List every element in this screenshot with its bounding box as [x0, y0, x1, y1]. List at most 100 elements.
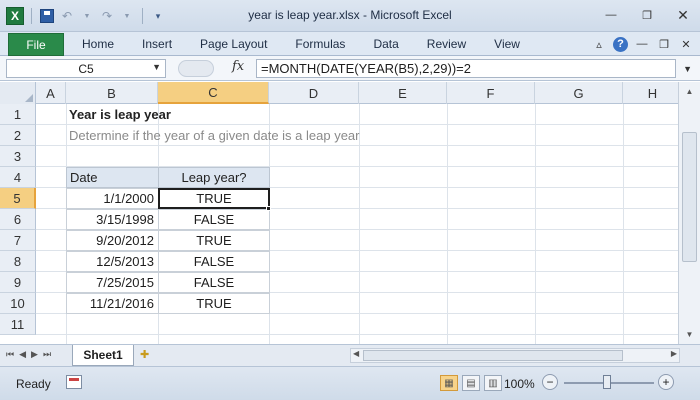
minimize-button[interactable]: — [600, 6, 622, 24]
page-break-view-button[interactable]: ▥ [484, 375, 502, 391]
column-header-e[interactable]: E [359, 82, 447, 104]
column-header-h[interactable]: H [623, 82, 678, 104]
tab-review[interactable]: Review [413, 37, 480, 51]
row-header-2[interactable]: 2 [0, 125, 36, 146]
row-header-1[interactable]: 1 [0, 104, 36, 125]
zoom-slider-thumb[interactable] [603, 375, 611, 389]
sheet-title[interactable]: Year is leap year [68, 104, 368, 125]
table-cell-leap-year[interactable]: FALSE [158, 251, 270, 272]
formula-input[interactable]: =MONTH(DATE(YEAR(B5),2,29))=2 [256, 59, 676, 78]
restore-button[interactable]: ❐ [636, 6, 658, 24]
row-header-9[interactable]: 9 [0, 272, 36, 293]
horizontal-scroll-thumb[interactable] [363, 350, 623, 361]
zoom-level[interactable]: 100% [504, 377, 535, 391]
formula-bar-grip[interactable] [178, 60, 214, 77]
sheet-tab-sheet1[interactable]: Sheet1 [72, 345, 134, 366]
tab-file[interactable]: File [8, 33, 64, 56]
table-header-date[interactable]: Date [66, 167, 159, 188]
next-sheet-icon[interactable]: ▶ [31, 349, 38, 360]
first-sheet-icon[interactable]: ⏮ [6, 349, 14, 360]
column-header-f[interactable]: F [447, 82, 535, 104]
scroll-down-icon[interactable]: ▼ [682, 327, 697, 342]
table-cell-leap-year[interactable]: TRUE [158, 230, 270, 251]
table-cell-date[interactable]: 11/21/2016 [66, 293, 159, 314]
title-bar: X ↶ ▼ ↷ ▼ ▾ year is leap year.xlsx - Mic… [0, 0, 700, 32]
restore-icon: ❐ [659, 38, 669, 51]
last-sheet-icon[interactable]: ⏭ [43, 349, 51, 360]
scroll-right-icon[interactable]: ▶ [671, 349, 677, 358]
expand-formula-bar-icon[interactable]: ▼ [683, 64, 692, 74]
name-box[interactable]: C5 ▼ [6, 59, 166, 78]
column-header-c[interactable]: C [158, 82, 269, 104]
vertical-scroll-thumb[interactable] [682, 132, 697, 262]
row-header-11[interactable]: 11 [0, 314, 36, 335]
row-header-5[interactable]: 5 [0, 188, 36, 209]
table-cell-date[interactable]: 9/20/2012 [66, 230, 159, 251]
sheet-tab-bar: ⏮ ◀ ▶ ⏭ Sheet1 ✚ ◀ ▶ [0, 344, 700, 366]
table-cell-leap-year[interactable]: FALSE [158, 272, 270, 293]
table-header-leap-year[interactable]: Leap year? [158, 167, 270, 188]
minimize-icon: — [605, 9, 617, 21]
column-headers: A B C D E F G H [0, 82, 678, 104]
scroll-left-icon[interactable]: ◀ [353, 349, 359, 358]
table-cell-leap-year-selected[interactable]: TRUE [158, 188, 270, 209]
row-header-8[interactable]: 8 [0, 251, 36, 272]
tab-view[interactable]: View [480, 37, 534, 51]
chevron-down-icon[interactable]: ▼ [152, 62, 161, 72]
doc-restore-button[interactable]: ❐ [656, 36, 672, 52]
column-header-d[interactable]: D [269, 82, 359, 104]
tab-insert[interactable]: Insert [128, 37, 186, 51]
table-cell-date[interactable]: 3/15/1998 [66, 209, 159, 230]
formula-bar: C5 ▼ fx =MONTH(DATE(YEAR(B5),2,29))=2 ▼ [0, 56, 700, 81]
prev-sheet-icon[interactable]: ◀ [19, 349, 26, 360]
insert-function-button[interactable]: fx [232, 59, 244, 74]
close-button[interactable]: ✕ [672, 6, 694, 24]
page-layout-view-button[interactable]: ▤ [462, 375, 480, 391]
row-header-6[interactable]: 6 [0, 209, 36, 230]
column-header-a[interactable]: A [36, 82, 66, 104]
table-cell-leap-year[interactable]: FALSE [158, 209, 270, 230]
scroll-up-icon[interactable]: ▲ [682, 84, 697, 99]
fill-handle[interactable] [266, 206, 271, 211]
zoom-out-button[interactable]: − [542, 374, 558, 390]
sheet-subtitle[interactable]: Determine if the year of a given date is… [68, 125, 468, 146]
window-controls: — ❐ ✕ [600, 6, 694, 24]
vertical-scrollbar[interactable]: ▲ ▼ [678, 82, 700, 344]
row-header-7[interactable]: 7 [0, 230, 36, 251]
row-header-10[interactable]: 10 [0, 293, 36, 314]
table-cell-date[interactable]: 1/1/2000 [66, 188, 159, 209]
gridline [36, 334, 678, 335]
tab-home[interactable]: Home [68, 37, 128, 51]
row-header-4[interactable]: 4 [0, 167, 36, 188]
tab-data[interactable]: Data [359, 37, 412, 51]
ribbon-tab-list: Home Insert Page Layout Formulas Data Re… [68, 37, 534, 51]
table-cell-leap-year[interactable]: TRUE [158, 293, 270, 314]
tab-page-layout[interactable]: Page Layout [186, 37, 281, 51]
doc-minimize-button[interactable]: — [634, 36, 650, 52]
row-header-3[interactable]: 3 [0, 146, 36, 167]
gridline [535, 104, 536, 344]
doc-close-button[interactable]: ✕ [678, 36, 694, 52]
grid-icon: ▦ [444, 377, 454, 389]
help-icon[interactable]: ? [613, 36, 628, 52]
tab-formulas[interactable]: Formulas [281, 37, 359, 51]
select-all-button[interactable] [0, 82, 36, 104]
gridline [623, 104, 624, 344]
worksheet-grid[interactable]: A B C D E F G H 1 2 3 4 5 6 7 8 9 10 11 … [0, 82, 678, 344]
insert-sheet-icon[interactable]: ✚ [140, 348, 156, 362]
column-header-g[interactable]: G [535, 82, 623, 104]
horizontal-scrollbar[interactable]: ◀ ▶ [350, 348, 680, 363]
close-icon: ✕ [681, 38, 691, 51]
table-cell-date[interactable]: 12/5/2013 [66, 251, 159, 272]
column-header-b[interactable]: B [66, 82, 158, 104]
page-icon: ▤ [466, 377, 476, 389]
normal-view-button[interactable]: ▦ [440, 375, 458, 391]
zoom-in-button[interactable]: + [658, 374, 674, 390]
macro-record-icon[interactable] [66, 375, 82, 389]
status-bar: Ready ▦ ▤ ▥ 100% − + [0, 366, 700, 400]
expand-ribbon-button[interactable]: ▵ [591, 36, 607, 52]
restore-icon: ❐ [642, 9, 652, 22]
table-cell-date[interactable]: 7/25/2015 [66, 272, 159, 293]
name-box-value: C5 [78, 61, 94, 76]
ribbon-right-controls: ▵ ? — ❐ ✕ [591, 36, 694, 52]
